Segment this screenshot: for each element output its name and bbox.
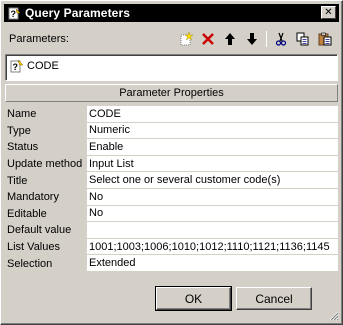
delete-icon xyxy=(202,33,214,45)
property-label: Type xyxy=(5,122,87,140)
ok-button[interactable]: OK xyxy=(155,286,232,311)
close-button[interactable]: ✕ xyxy=(321,6,336,19)
property-value-name[interactable]: CODE xyxy=(87,106,338,123)
property-label: Mandatory xyxy=(5,188,87,206)
parameter-item-label: CODE xyxy=(27,60,59,72)
arrow-up-icon xyxy=(225,33,235,45)
property-value-type[interactable]: Numeric xyxy=(87,122,338,140)
property-value-update-method[interactable]: Input List xyxy=(87,155,338,173)
svg-text:?: ? xyxy=(10,9,16,19)
close-icon: ✕ xyxy=(324,6,333,18)
svg-text:?: ? xyxy=(13,62,19,72)
cancel-button[interactable]: Cancel xyxy=(236,287,312,310)
parameters-toolbar xyxy=(175,29,336,49)
toolbar-separator xyxy=(266,31,267,47)
property-row-mandatory: Mandatory No xyxy=(5,188,338,206)
property-row-status: Status Enable xyxy=(5,139,338,156)
properties-header: Parameter Properties xyxy=(5,84,338,102)
parameters-label: Parameters: xyxy=(9,33,69,45)
arrow-down-icon xyxy=(247,33,257,45)
query-parameters-dialog: ? Query Parameters ✕ Parameters: ? CODE … xyxy=(0,0,343,325)
property-value-selection[interactable]: Extended xyxy=(87,255,338,272)
property-row-type: Type Numeric xyxy=(5,122,338,140)
property-row-selection: Selection Extended xyxy=(5,255,338,272)
list-item[interactable]: ? CODE xyxy=(10,58,59,74)
property-row-list-values: List Values 1001;1003;1006;1010;1012;111… xyxy=(5,238,338,256)
property-value-list-values[interactable]: 1001;1003;1006;1010;1012;1110;1121;1136;… xyxy=(87,238,338,256)
new-parameter-button[interactable] xyxy=(175,29,197,49)
properties-grid: Name CODE Type Numeric Status Enable Upd… xyxy=(5,106,338,272)
property-value-mandatory[interactable]: No xyxy=(87,188,338,206)
property-row-default-value: Default value xyxy=(5,222,338,239)
resize-grip-icon[interactable] xyxy=(327,309,339,321)
property-row-update-method: Update method Input List xyxy=(5,155,338,173)
move-down-button[interactable] xyxy=(241,29,263,49)
property-row-editable: Editable No xyxy=(5,205,338,223)
property-label: Update method xyxy=(5,155,87,173)
property-value-title[interactable]: Select one or several customer code(s) xyxy=(87,172,338,189)
property-label: Selection xyxy=(5,255,87,272)
property-label: Default value xyxy=(5,222,87,239)
parameter-icon: ? xyxy=(10,59,24,73)
copy-button[interactable] xyxy=(292,29,314,49)
property-value-default-value[interactable] xyxy=(87,222,338,239)
parameter-app-icon: ? xyxy=(7,6,21,20)
paste-button[interactable] xyxy=(314,29,336,49)
delete-parameter-button[interactable] xyxy=(197,29,219,49)
property-value-editable[interactable]: No xyxy=(87,205,338,223)
scissors-icon xyxy=(275,32,287,46)
parameters-toolbar-row: Parameters: xyxy=(5,28,338,50)
title-bar[interactable]: ? Query Parameters ✕ xyxy=(4,4,339,22)
copy-icon xyxy=(296,32,309,46)
property-row-name: Name CODE xyxy=(5,106,338,123)
new-icon xyxy=(180,32,193,46)
parameter-list[interactable]: ? CODE xyxy=(5,54,338,81)
cut-button[interactable] xyxy=(270,29,292,49)
property-label: Title xyxy=(5,172,87,189)
property-label: Status xyxy=(5,139,87,156)
property-row-title: Title Select one or several customer cod… xyxy=(5,172,338,189)
window-title: Query Parameters xyxy=(25,6,130,20)
property-label: Name xyxy=(5,106,87,123)
property-label: Editable xyxy=(5,205,87,223)
paste-icon xyxy=(318,32,332,46)
property-label: List Values xyxy=(5,238,87,256)
move-up-button[interactable] xyxy=(219,29,241,49)
property-value-status[interactable]: Enable xyxy=(87,139,338,156)
